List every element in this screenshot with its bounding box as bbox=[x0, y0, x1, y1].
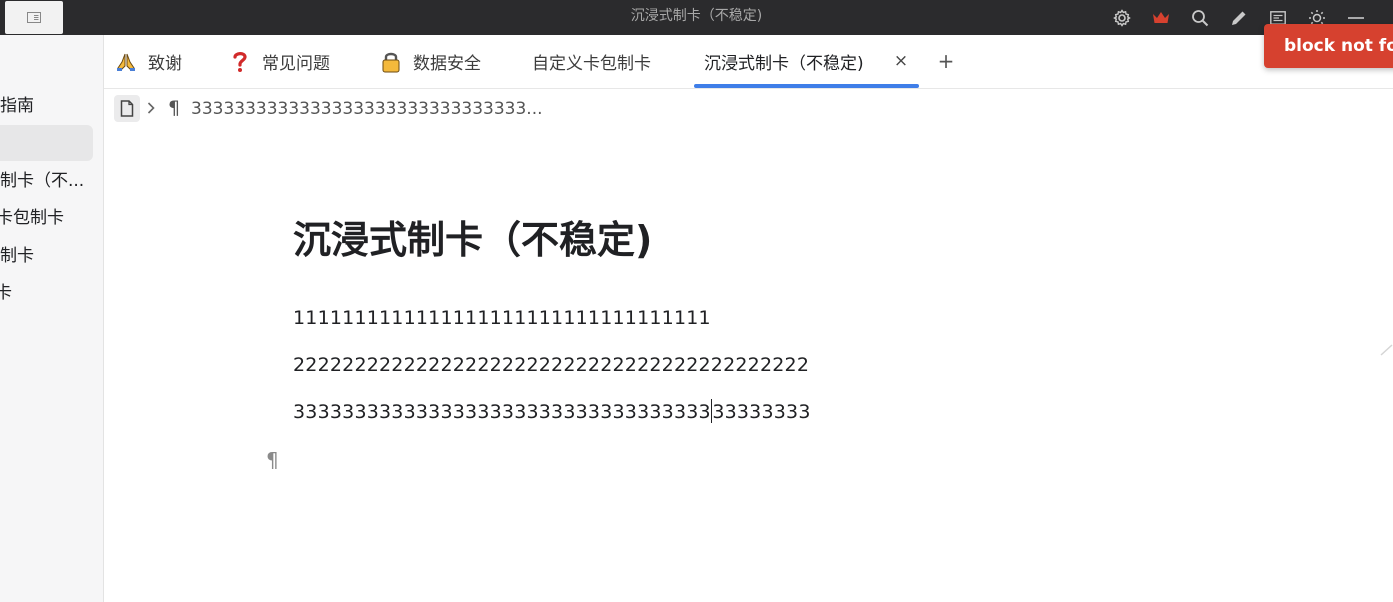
sidebar-item-guide[interactable]: 指南 bbox=[0, 88, 34, 124]
tab-label: 沉浸式制卡（不稳定) bbox=[704, 54, 864, 74]
sidebar-item-custom-pack[interactable]: 卡包制卡 bbox=[0, 200, 64, 236]
sidebar-item-immersive[interactable]: 制卡（不... bbox=[0, 163, 84, 199]
tab-label: 致谢 bbox=[148, 54, 182, 74]
paragraph-block[interactable]: 2222222222222222222222222222222222222222… bbox=[293, 351, 809, 379]
sidebar-toggle-icon bbox=[27, 8, 41, 27]
breadcrumb: ¶ 3333333333333333333333333333333... bbox=[104, 89, 1393, 127]
tab-label: 自定义卡包制卡 bbox=[532, 54, 651, 74]
question-mark-icon bbox=[228, 50, 252, 74]
sidebar-item-label: 制卡 bbox=[0, 246, 34, 266]
tab-label: 数据安全 bbox=[413, 54, 481, 74]
plus-icon: + bbox=[937, 49, 955, 73]
tab-custom-pack[interactable]: 自定义卡包制卡 bbox=[532, 35, 651, 88]
document-title[interactable]: 沉浸式制卡（不稳定) bbox=[293, 214, 652, 266]
sidebar: 指南 制卡（不... 卡包制卡 制卡 卡 bbox=[0, 35, 104, 602]
active-tab-indicator bbox=[694, 84, 919, 88]
pilcrow-icon: ¶ bbox=[168, 97, 181, 119]
sidebar-toggle-button[interactable] bbox=[5, 1, 63, 34]
sidebar-item-card[interactable]: 卡 bbox=[0, 275, 12, 311]
crown-icon[interactable] bbox=[1141, 0, 1180, 35]
new-tab-button[interactable]: + bbox=[936, 48, 956, 74]
toast-message: block not fou bbox=[1284, 36, 1393, 56]
paragraph-text: 2222222222222222222222222222222222222222… bbox=[293, 354, 810, 376]
tab-bar: 致谢 常见问题 数据安全 自定义卡包制卡 沉浸式制卡（不稳定) × + bbox=[104, 35, 1393, 89]
chevron-right-icon bbox=[144, 97, 158, 119]
breadcrumb-block-text[interactable]: 3333333333333333333333333333333... bbox=[191, 97, 543, 121]
paragraph-text: 3333333333333333333333333333333333 bbox=[293, 401, 711, 423]
sidebar-item-selected[interactable] bbox=[0, 125, 93, 161]
scroll-edge-icon bbox=[1380, 342, 1393, 356]
sidebar-item-label: 卡 bbox=[0, 283, 12, 303]
sidebar-item-label: 制卡（不... bbox=[0, 171, 85, 191]
sidebar-item-label: 卡包制卡 bbox=[0, 208, 64, 228]
paragraph-text: 1111111111111111111111111111111111 bbox=[293, 307, 711, 329]
paragraph-text: 33333333 bbox=[712, 401, 811, 423]
title-bar: 沉浸式制卡（不稳定) bbox=[0, 0, 1393, 35]
tab-thanks[interactable]: 致谢 bbox=[114, 35, 182, 88]
lock-icon bbox=[379, 50, 403, 74]
tab-immersive[interactable]: 沉浸式制卡（不稳定) bbox=[704, 35, 864, 88]
close-icon: × bbox=[893, 51, 909, 71]
empty-block-marker[interactable]: ¶ bbox=[266, 447, 279, 473]
error-toast[interactable]: block not fou bbox=[1264, 24, 1393, 68]
pencil-icon[interactable] bbox=[1219, 0, 1258, 35]
sidebar-item-label: 指南 bbox=[0, 96, 34, 116]
document-icon[interactable] bbox=[114, 95, 140, 122]
tab-data-security[interactable]: 数据安全 bbox=[379, 35, 481, 88]
tab-faq[interactable]: 常见问题 bbox=[228, 35, 330, 88]
paragraph-block[interactable]: 3333333333333333333333333333333333333333… bbox=[293, 398, 811, 426]
settings-icon[interactable] bbox=[1102, 0, 1141, 35]
praying-hands-icon bbox=[114, 50, 138, 74]
tab-label: 常见问题 bbox=[262, 54, 330, 74]
tab-close-button[interactable]: × bbox=[892, 49, 910, 73]
sidebar-item-make-card[interactable]: 制卡 bbox=[0, 238, 34, 274]
search-icon[interactable] bbox=[1180, 0, 1219, 35]
paragraph-block[interactable]: 1111111111111111111111111111111111 bbox=[293, 304, 711, 332]
